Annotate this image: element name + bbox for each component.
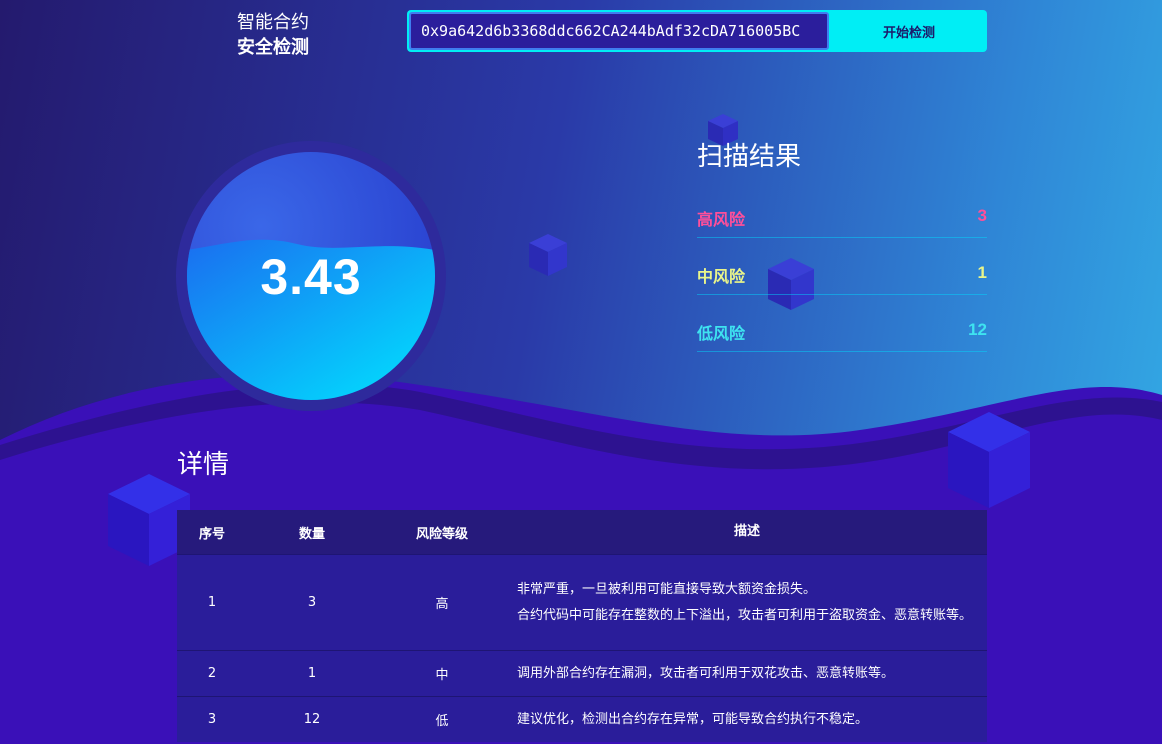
table-row: 3 12 低 建议优化，检测出合约存在异常，可能导致合约执行不稳定。 — [177, 696, 987, 742]
start-scan-button[interactable]: 开始检测 — [831, 10, 987, 52]
cell-level: 中 — [435, 668, 449, 683]
description-line: 非常严重，一旦被利用可能直接导致大额资金损失。 — [517, 581, 817, 597]
table-header: 序号 数量 风险等级 描述 — [177, 510, 987, 554]
cell-description: 调用外部合约存在漏洞，攻击者可利用于双花攻击、恶意转账等。 — [507, 661, 987, 687]
cell-description: 非常严重，一旦被利用可能直接导致大额资金损失。 合约代码中可能存在整数的上下溢出… — [507, 577, 987, 629]
table-row: 1 3 高 非常严重，一旦被利用可能直接导致大额资金损失。 合约代码中可能存在整… — [177, 554, 987, 650]
column-header-count: 数量 — [298, 526, 325, 542]
column-header-description: 描述 — [733, 524, 760, 539]
cell-count: 1 — [307, 666, 317, 681]
cube-decoration — [529, 234, 567, 276]
description-line: 合约代码中可能存在整数的上下溢出，攻击者可利用于盗取资金、恶意转账等。 — [517, 607, 973, 623]
cell-level: 低 — [435, 714, 449, 729]
brand-line2: 安全检测 — [237, 37, 309, 58]
scan-results-title: 扫描结果 — [697, 142, 802, 172]
contract-address-input[interactable] — [409, 12, 829, 50]
cube-decoration — [948, 412, 1030, 508]
risk-count-low: 12 — [968, 320, 987, 339]
cell-index: 1 — [207, 595, 217, 610]
address-search-bar: 开始检测 — [407, 10, 987, 52]
description-line: 建议优化，检测出合约存在异常，可能导致合约执行不稳定。 — [517, 711, 869, 727]
brand-title: 智能合约 安全检测 — [237, 10, 309, 60]
column-header-level: 风险等级 — [415, 526, 468, 542]
cell-count: 3 — [307, 595, 317, 610]
risk-row-low: 低风险 12 — [697, 312, 987, 352]
cell-description: 建议优化，检测出合约存在异常，可能导致合约执行不稳定。 — [507, 707, 987, 733]
cell-level: 高 — [435, 597, 449, 612]
brand-line1: 智能合约 — [237, 12, 309, 33]
risk-label-low: 低风险 — [697, 324, 746, 343]
cell-index: 2 — [207, 666, 217, 681]
description-line: 调用外部合约存在漏洞，攻击者可利用于双花攻击、恶意转账等。 — [517, 665, 895, 681]
risk-label-high: 高风险 — [697, 210, 746, 229]
risk-count-high: 3 — [977, 206, 987, 225]
cell-index: 3 — [207, 712, 217, 727]
details-table: 序号 数量 风险等级 描述 1 3 高 非常严重，一旦被利用可能直接导致大额资金… — [177, 510, 987, 742]
table-row: 2 1 中 调用外部合约存在漏洞，攻击者可利用于双花攻击、恶意转账等。 — [177, 650, 987, 696]
score-value: 3.43 — [260, 249, 362, 305]
risk-row-medium: 中风险 1 — [697, 255, 987, 295]
risk-count-medium: 1 — [977, 263, 987, 282]
column-header-index: 序号 — [198, 526, 225, 542]
risk-label-medium: 中风险 — [697, 267, 746, 286]
risk-row-high: 高风险 3 — [697, 198, 987, 238]
cell-count: 12 — [303, 712, 321, 727]
details-title: 详情 — [177, 450, 230, 480]
